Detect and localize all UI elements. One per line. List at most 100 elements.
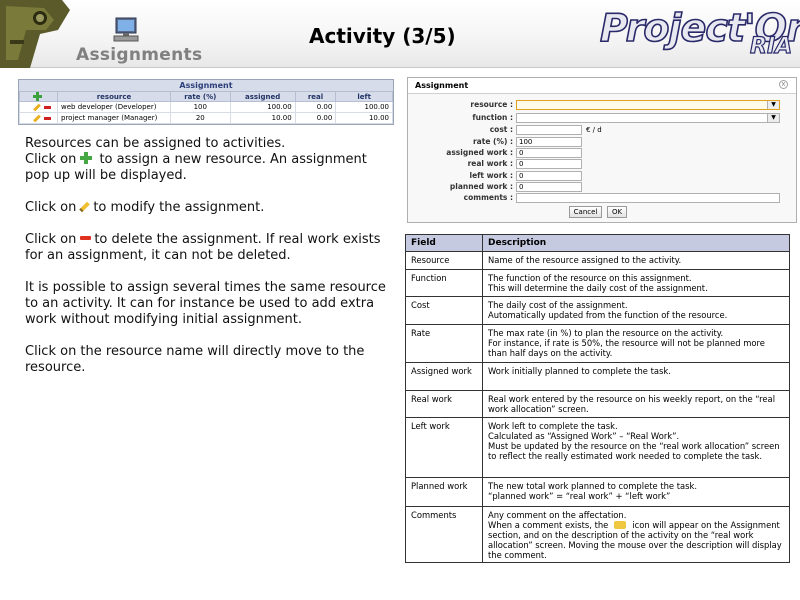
assigned-cell: 10.00 bbox=[229, 112, 296, 124]
function-select[interactable]: ▼ bbox=[516, 113, 780, 123]
table-row: web developer (Developer) 100 100.00 0.0… bbox=[19, 101, 393, 113]
table-row: Cost The daily cost of the assignment. Au… bbox=[405, 296, 790, 325]
desc-line: Name of the resource assigned to the act… bbox=[488, 255, 682, 265]
header-bar: Assignments Activity (3/5) Project'Or RI… bbox=[0, 0, 800, 68]
cost-label: cost : bbox=[489, 125, 513, 134]
help-paragraph-edit: Click on to modify the assignment. bbox=[25, 200, 390, 216]
pencil-icon bbox=[79, 201, 91, 213]
add-assignment-icon[interactable] bbox=[33, 92, 42, 101]
assignment-table-header: resource rate (%) assigned real left bbox=[19, 91, 393, 102]
help-paragraph-multiple: It is possible to assign several times t… bbox=[25, 280, 386, 327]
comment-icon bbox=[614, 521, 627, 529]
section-label: Assignments bbox=[76, 45, 203, 65]
assignment-dialog: Assignment x resource : ▼ function : ▼ c… bbox=[407, 77, 797, 223]
help-text-line: to modify the assignment. bbox=[93, 200, 265, 215]
help-paragraph-add: Resources can be assigned to activities.… bbox=[25, 136, 390, 184]
field-description: Name of the resource assigned to the act… bbox=[482, 251, 790, 270]
field-name: Assigned work bbox=[405, 362, 483, 391]
real-work-row: real work : 0 bbox=[408, 159, 796, 169]
planned-work-row: planned work : 0 bbox=[408, 182, 796, 192]
col-left: left bbox=[335, 91, 393, 102]
left-work-label: left work : bbox=[469, 171, 514, 180]
edit-assignment-icon[interactable] bbox=[33, 114, 41, 122]
camera-logo-icon bbox=[0, 0, 70, 68]
chevron-down-icon[interactable]: ▼ bbox=[767, 114, 779, 122]
field-name: Left work bbox=[405, 417, 483, 478]
desc-line: For instance, if rate is 50%, the resour… bbox=[488, 338, 765, 358]
help-text-line: Click on bbox=[25, 152, 77, 167]
field-name: Comments bbox=[405, 506, 483, 563]
delete-assignment-icon[interactable] bbox=[44, 105, 51, 109]
assigned-work-label: assigned work : bbox=[446, 148, 513, 157]
field-description: The daily cost of the assignment. Automat… bbox=[482, 296, 790, 325]
field-name: Rate bbox=[405, 324, 483, 363]
field-description: The new total work planned to complete t… bbox=[482, 477, 790, 507]
edit-assignment-icon[interactable] bbox=[33, 103, 41, 111]
table-row: Comments Any comment on the affectation.… bbox=[405, 506, 790, 563]
cost-input[interactable] bbox=[516, 125, 582, 135]
comments-input[interactable] bbox=[516, 193, 780, 203]
table-row: project manager (Manager) 20 10.00 0.00 … bbox=[19, 112, 393, 124]
comments-row: comments : bbox=[408, 193, 796, 203]
resource-select[interactable]: ▼ bbox=[516, 100, 780, 110]
field-description: The max rate (in %) to plan the resource… bbox=[482, 324, 790, 363]
minus-icon bbox=[80, 236, 92, 240]
left-work-input[interactable]: 0 bbox=[516, 171, 582, 181]
planned-work-input[interactable]: 0 bbox=[516, 182, 582, 192]
field-description: The function of the resource on this ass… bbox=[482, 269, 790, 297]
add-icon bbox=[80, 152, 93, 164]
field-description: Work initially planned to complete the t… bbox=[482, 362, 790, 391]
help-text-line: to delete the assignment. If real work e… bbox=[25, 232, 381, 263]
real-cell: 0.00 bbox=[294, 112, 337, 124]
desc-line: Work initially planned to complete the t… bbox=[488, 366, 671, 376]
desc-line: When a comment exists, the bbox=[488, 520, 609, 530]
resource-link[interactable]: project manager (Manager) bbox=[57, 112, 171, 124]
rate-row: rate (%) : 100 bbox=[408, 137, 796, 147]
left-work-row: left work : 0 bbox=[408, 171, 796, 181]
close-icon[interactable]: x bbox=[779, 80, 788, 89]
function-row: function : ▼ bbox=[408, 113, 796, 123]
desc-line: The function of the resource on this ass… bbox=[488, 273, 692, 283]
table-row: Rate The max rate (in %) to plan the res… bbox=[405, 324, 790, 363]
ok-button[interactable]: OK bbox=[607, 206, 627, 218]
real-cell: 0.00 bbox=[294, 101, 337, 113]
desc-line: Automatically updated from the function … bbox=[488, 310, 728, 320]
assigned-work-row: assigned work : 0 bbox=[408, 148, 796, 158]
desc-header-row: Field Description bbox=[405, 234, 790, 252]
col-resource: resource bbox=[57, 91, 171, 102]
real-work-input[interactable]: 0 bbox=[516, 159, 582, 169]
table-row: Function The function of the resource on… bbox=[405, 269, 790, 297]
delete-assignment-icon[interactable] bbox=[44, 116, 51, 120]
computer-icon bbox=[113, 17, 139, 42]
field-header: Field bbox=[405, 234, 483, 252]
rate-input[interactable]: 100 bbox=[516, 137, 582, 147]
rate-cell: 20 bbox=[170, 112, 231, 124]
field-description: Any comment on the affectation. When a c… bbox=[482, 506, 790, 563]
field-name: Planned work bbox=[405, 477, 483, 507]
add-assignment-header bbox=[19, 91, 58, 102]
dialog-title: Assignment bbox=[408, 78, 796, 94]
help-text-line: Click on bbox=[25, 232, 77, 247]
comments-label: comments : bbox=[463, 193, 513, 202]
table-row: Resource Name of the resource assigned t… bbox=[405, 251, 790, 270]
field-description: Real work entered by the resource on his… bbox=[482, 390, 790, 418]
real-work-label: real work : bbox=[467, 159, 513, 168]
field-name: Cost bbox=[405, 296, 483, 325]
table-row: Real work Real work entered by the resou… bbox=[405, 390, 790, 418]
left-cell: 10.00 bbox=[335, 112, 393, 124]
field-name: Resource bbox=[405, 251, 483, 270]
help-text-line: Resources can be assigned to activities. bbox=[25, 136, 286, 151]
resource-link[interactable]: web developer (Developer) bbox=[57, 101, 171, 113]
help-paragraph-resource-link: Click on the resource name will directly… bbox=[25, 344, 365, 375]
field-name: Real work bbox=[405, 390, 483, 418]
assigned-work-input[interactable]: 0 bbox=[516, 148, 582, 158]
cost-row: cost : € / d bbox=[408, 125, 796, 135]
cancel-button[interactable]: Cancel bbox=[569, 206, 602, 218]
resource-row: resource : ▼ bbox=[408, 100, 796, 110]
col-assigned: assigned bbox=[229, 91, 296, 102]
desc-line: “planned work” = “real work” + “left wor… bbox=[488, 491, 671, 501]
desc-line: Calculated as “Assigned Work” – “Real Wo… bbox=[488, 431, 680, 441]
chevron-down-icon[interactable]: ▼ bbox=[767, 101, 779, 109]
desc-line: Real work entered by the resource on his… bbox=[488, 394, 776, 414]
field-description-table: Field Description Resource Name of the r… bbox=[405, 234, 790, 563]
